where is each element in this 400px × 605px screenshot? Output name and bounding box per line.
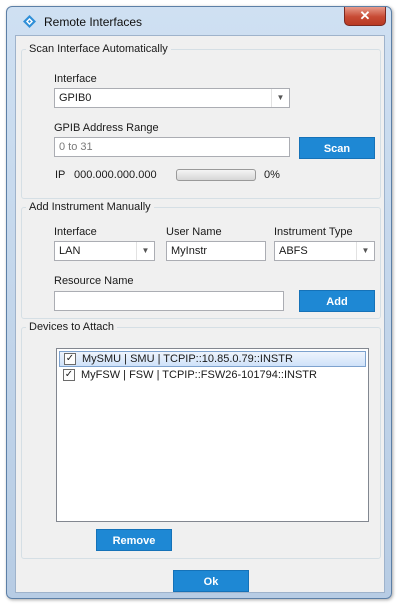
devices-list[interactable]: ✓ MySMU | SMU | TCPIP::10.85.0.79::INSTR… (56, 348, 369, 522)
manual-group-title: Add Instrument Manually (26, 201, 154, 213)
chevron-down-icon: ▼ (271, 89, 289, 107)
instrument-type-dropdown[interactable]: ABFS ▼ (274, 241, 375, 261)
dialog-window: Remote Interfaces ✕ Scan Interface Autom… (6, 6, 392, 599)
instrument-type-value: ABFS (279, 245, 308, 257)
manual-interface-value: LAN (59, 245, 81, 257)
ip-label: IP (55, 169, 66, 181)
username-label: User Name (166, 226, 222, 238)
address-range-input[interactable]: 0 to 31 (54, 137, 290, 157)
chevron-down-icon: ▼ (356, 242, 374, 260)
devices-group-title: Devices to Attach (26, 321, 117, 333)
username-input[interactable]: MyInstr (166, 241, 266, 261)
manual-interface-label: Interface (54, 226, 97, 238)
list-item[interactable]: ✓ MySMU | SMU | TCPIP::10.85.0.79::INSTR (59, 351, 366, 367)
address-range-value: 0 to 31 (59, 141, 93, 153)
progress-percent: 0% (264, 169, 280, 181)
instrument-type-label: Instrument Type (274, 226, 353, 238)
list-item[interactable]: ✓ MyFSW | FSW | TCPIP::FSW26-101794::INS… (59, 368, 366, 384)
scan-group-title: Scan Interface Automatically (26, 43, 171, 55)
ip-value: 000.000.000.000 (74, 169, 157, 181)
chevron-down-icon: ▼ (136, 242, 154, 260)
ok-button[interactable]: Ok (173, 570, 249, 592)
dialog-body: Scan Interface Automatically Interface G… (15, 35, 385, 593)
scan-progress-bar (176, 169, 256, 181)
resource-name-label: Resource Name (54, 275, 134, 287)
scan-interface-dropdown[interactable]: GPIB0 ▼ (54, 88, 290, 108)
resource-name-input[interactable] (54, 291, 284, 311)
device-label: MyFSW | FSW | TCPIP::FSW26-101794::INSTR (81, 369, 317, 381)
checkbox[interactable]: ✓ (63, 369, 75, 381)
diamond-icon (23, 15, 36, 28)
window-title: Remote Interfaces (44, 15, 143, 29)
title-bar[interactable]: Remote Interfaces ✕ (7, 7, 391, 33)
add-button[interactable]: Add (299, 290, 375, 312)
device-label: MySMU | SMU | TCPIP::10.85.0.79::INSTR (82, 353, 293, 365)
close-button[interactable]: ✕ (344, 7, 386, 26)
address-range-label: GPIB Address Range (54, 122, 159, 134)
manual-interface-dropdown[interactable]: LAN ▼ (54, 241, 155, 261)
scan-interface-label: Interface (54, 73, 97, 85)
username-value: MyInstr (171, 245, 208, 257)
scan-interface-value: GPIB0 (59, 92, 92, 104)
remove-button[interactable]: Remove (96, 529, 172, 551)
scan-button[interactable]: Scan (299, 137, 375, 159)
checkbox[interactable]: ✓ (64, 353, 76, 365)
